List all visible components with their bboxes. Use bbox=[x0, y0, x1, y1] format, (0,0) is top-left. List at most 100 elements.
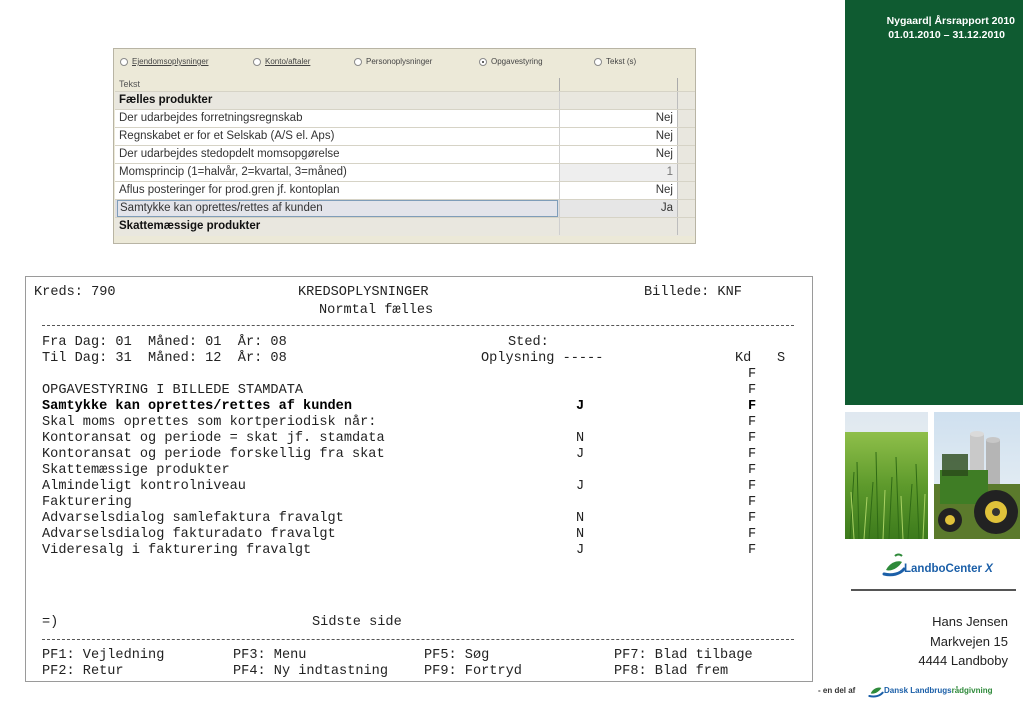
divider bbox=[42, 325, 794, 326]
brand-name: LandboCenter X bbox=[904, 563, 993, 575]
grid-row-extra bbox=[677, 200, 695, 217]
row-value[interactable]: J bbox=[576, 543, 584, 559]
column-header-tekst: Tekst bbox=[119, 79, 141, 89]
radio-dot-icon bbox=[253, 57, 261, 66]
row-kd: F bbox=[748, 479, 757, 494]
grid-row-selected[interactable]: Samtykke kan oprettes/rettes af kunden J… bbox=[115, 200, 695, 218]
radio-personoplysninger[interactable]: Personoplysninger bbox=[354, 57, 432, 66]
sted-label: Sted: bbox=[508, 335, 549, 350]
billede-label: Billede: KNF bbox=[644, 285, 742, 300]
radio-opgavestyring[interactable]: Opgavestyring bbox=[479, 57, 543, 66]
tractor-photo bbox=[934, 412, 1020, 539]
row-value[interactable]: J bbox=[576, 447, 584, 463]
grid-row-extra bbox=[677, 128, 695, 145]
row-value[interactable]: N bbox=[576, 511, 584, 527]
radio-ejendomsoplysninger[interactable]: Ejendomsoplysninger bbox=[120, 57, 209, 66]
row-kd: F bbox=[748, 511, 757, 526]
to-date-line[interactable]: Til Dag: 31 Måned: 12 År: 08 bbox=[42, 351, 287, 367]
partner-footer: - en del af Dansk Landbrugsrådgivning bbox=[818, 681, 1023, 701]
oplysning-label: Oplysning ----- bbox=[481, 351, 604, 366]
row-text: Fakturering bbox=[42, 495, 132, 510]
row-kd: F bbox=[748, 543, 757, 558]
pf1-key[interactable]: PF1: Vejledning bbox=[42, 648, 164, 664]
grid-row-label: Skattemæssige produkter bbox=[119, 220, 261, 232]
grid-row-label: Fælles produkter bbox=[119, 94, 213, 106]
page-status: Sidste side bbox=[312, 615, 402, 630]
grid-row-label: Der udarbejdes stedopdelt momsopgørelse bbox=[119, 148, 340, 160]
grid-row-label: Regnskabet er for et Selskab (A/S el. Ap… bbox=[119, 130, 335, 142]
row-kd: F bbox=[748, 431, 757, 446]
contact-street: Markvejen 15 bbox=[929, 634, 1008, 649]
grid-header-row: Tekst bbox=[115, 78, 695, 92]
column-header-extra bbox=[677, 78, 695, 91]
grid-row[interactable]: Regnskabet er for et Selskab (A/S el. Ap… bbox=[115, 128, 695, 146]
row-kd: F bbox=[748, 383, 757, 398]
grid-row-value bbox=[559, 218, 677, 235]
grid-row-extra bbox=[677, 164, 695, 181]
row-kd: F bbox=[748, 463, 757, 478]
divider bbox=[42, 639, 794, 640]
pf5-key[interactable]: PF5: Søg bbox=[424, 648, 489, 664]
pf7-key[interactable]: PF7: Blad tilbage bbox=[614, 648, 753, 664]
column-header-value bbox=[559, 78, 677, 91]
radio-dot-icon bbox=[354, 57, 362, 66]
pf9-key[interactable]: PF9: Fortryd bbox=[424, 664, 522, 680]
grid-row-label: Momsprincip (1=halvår, 2=kvartal, 3=måne… bbox=[119, 166, 347, 178]
pf3-key[interactable]: PF3: Menu bbox=[233, 648, 306, 664]
row-text: Almindeligt kontrolniveau bbox=[42, 479, 246, 494]
row-text: OPGAVESTYRING I BILLEDE STAMDATA bbox=[42, 383, 304, 398]
row-kd: F bbox=[748, 447, 757, 462]
row-text: Advarselsdialog fakturadato fravalgt bbox=[42, 527, 336, 542]
row-text: Advarselsdialog samlefaktura fravalgt bbox=[42, 511, 344, 526]
pf8-key[interactable]: PF8: Blad frem bbox=[614, 664, 728, 680]
partner-name: Dansk Landbrugsrådgivning bbox=[884, 686, 993, 695]
grid-row-value[interactable]: Nej bbox=[559, 128, 677, 145]
grid-row[interactable]: Aflus posteringer for prod.gren jf. kont… bbox=[115, 182, 695, 200]
pf2-key[interactable]: PF2: Retur bbox=[42, 664, 124, 680]
command-prompt[interactable]: =) bbox=[42, 615, 58, 631]
partner-prefix: - en del af bbox=[818, 686, 856, 695]
row-text: Skattemæssige produkter bbox=[42, 463, 230, 478]
grid-row[interactable]: Der udarbejdes forretningsregnskab Nej bbox=[115, 110, 695, 128]
radio-dot-selected-icon bbox=[479, 57, 487, 66]
row-kd: F bbox=[748, 415, 757, 430]
brand-divider bbox=[851, 589, 1016, 591]
report-period: 01.01.2010 – 31.12.2010 bbox=[888, 29, 1005, 41]
grid-group-row: Skattemæssige produkter bbox=[115, 218, 695, 236]
contact-name: Hans Jensen bbox=[932, 614, 1008, 629]
radio-tekst[interactable]: Tekst (s) bbox=[594, 57, 636, 66]
column-s: S bbox=[777, 351, 786, 366]
grid-row[interactable]: Der udarbejdes stedopdelt momsopgørelse … bbox=[115, 146, 695, 164]
grid-row-value[interactable]: Nej bbox=[559, 110, 677, 127]
radio-konto-aftaler[interactable]: Konto/aftaler bbox=[253, 57, 310, 66]
grid-row-value[interactable]: 1 bbox=[559, 164, 677, 181]
radio-dot-icon bbox=[594, 57, 602, 66]
kreds-label: Kreds: 790 bbox=[34, 285, 116, 300]
row-value[interactable]: J bbox=[576, 399, 584, 415]
grid-row-label: Der udarbejdes forretningsregnskab bbox=[119, 112, 303, 124]
grid-row-extra bbox=[677, 92, 695, 109]
wheat-field-photo bbox=[845, 412, 928, 539]
mainframe-terminal: Kreds: 790 KREDSOPLYSNINGER Billede: KNF… bbox=[25, 276, 813, 682]
contact-city: 4444 Landboby bbox=[918, 653, 1008, 668]
grid-row-value[interactable]: Nej bbox=[559, 146, 677, 163]
task-settings-window: Ejendomsoplysninger Konto/aftaler Person… bbox=[113, 48, 696, 244]
pf4-key[interactable]: PF4: Ny indtastning bbox=[233, 664, 388, 680]
view-radio-group: Ejendomsoplysninger Konto/aftaler Person… bbox=[114, 49, 695, 78]
grid-row-value[interactable]: Ja bbox=[559, 200, 677, 217]
settings-grid: Tekst Fælles produkter Der udarbejdes fo… bbox=[115, 78, 695, 236]
row-text: Videresalg i fakturering fravalgt bbox=[42, 543, 312, 558]
row-value[interactable]: J bbox=[576, 479, 584, 495]
screen-title: KREDSOPLYSNINGER bbox=[298, 285, 429, 300]
grid-row-extra bbox=[677, 110, 695, 127]
row-value[interactable]: N bbox=[576, 431, 584, 447]
grid-row-value[interactable]: Nej bbox=[559, 182, 677, 199]
from-date-line[interactable]: Fra Dag: 01 Måned: 01 År: 08 bbox=[42, 335, 287, 351]
grid-row-label: Aflus posteringer for prod.gren jf. kont… bbox=[119, 184, 340, 196]
row-value[interactable]: N bbox=[576, 527, 584, 543]
row-kd: F bbox=[748, 495, 757, 510]
partner-leaf-icon bbox=[868, 687, 884, 698]
grid-row[interactable]: Momsprincip (1=halvår, 2=kvartal, 3=måne… bbox=[115, 164, 695, 182]
grid-group-row: Fælles produkter bbox=[115, 92, 695, 110]
landbocenter-logo: LandboCenter X bbox=[882, 552, 1012, 582]
